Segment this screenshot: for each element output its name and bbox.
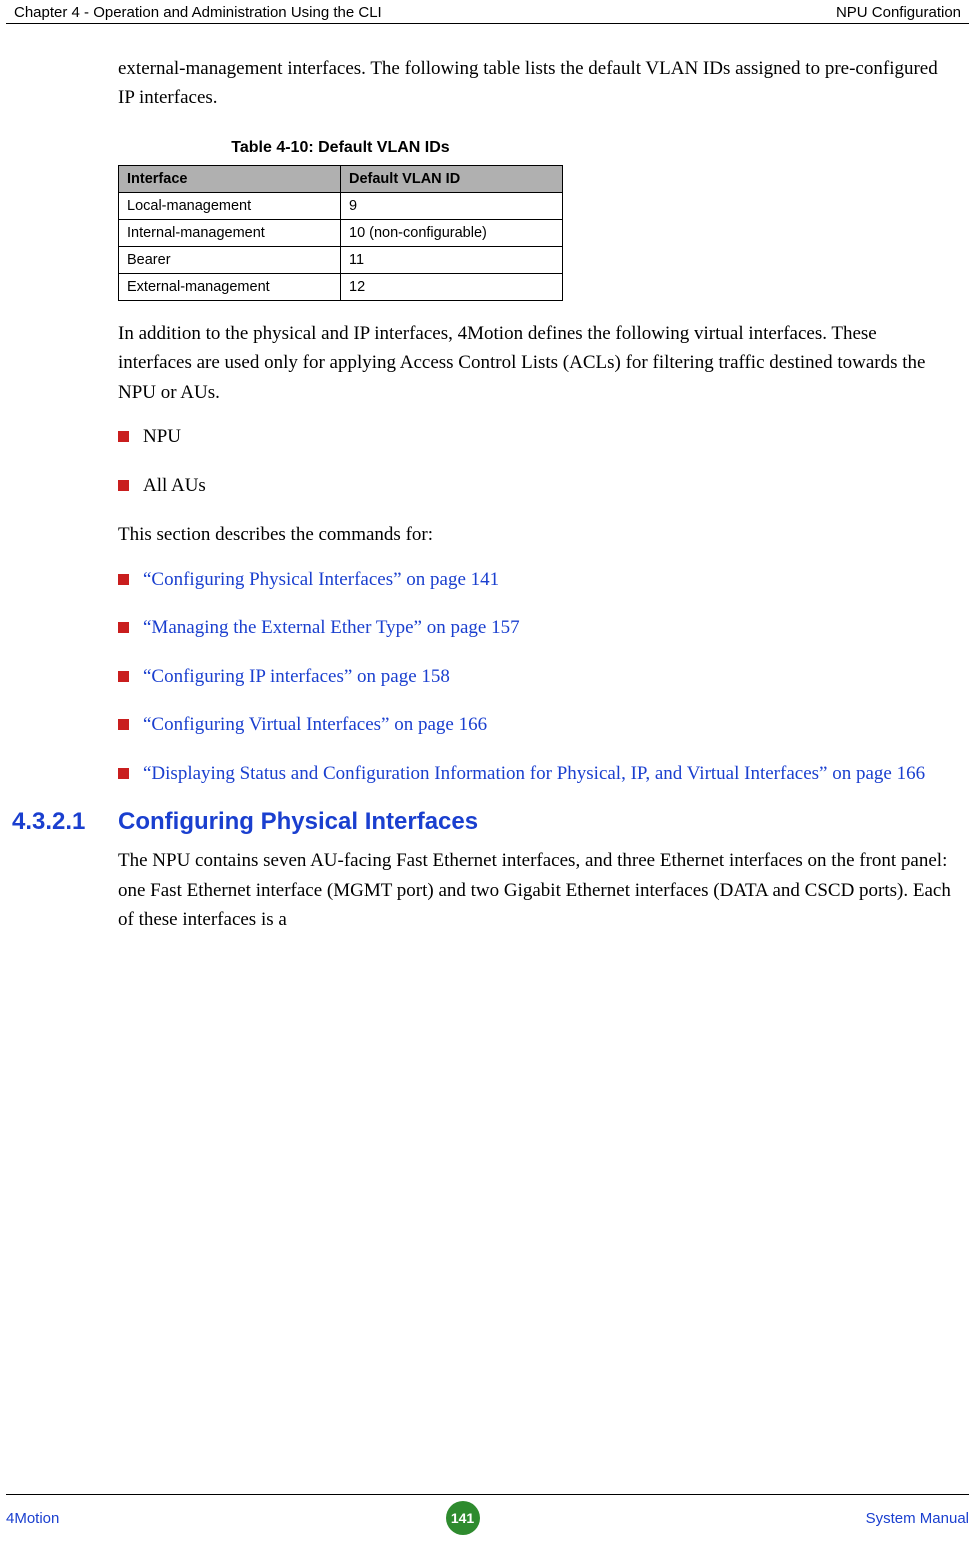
section-number: 4.3.2.1: [10, 808, 118, 836]
table-header-row: Interface Default VLAN ID: [119, 165, 563, 192]
intro-paragraph: external-management interfaces. The foll…: [118, 54, 955, 113]
square-bullet-icon: [118, 768, 129, 779]
page-footer: 4Motion 141 System Manual: [6, 1494, 969, 1535]
table-cell: Internal-management: [119, 219, 341, 246]
cross-reference-link[interactable]: “Configuring IP interfaces” on page 158: [143, 663, 955, 692]
page-number-badge: 141: [446, 1501, 480, 1535]
list-item: “Configuring IP interfaces” on page 158: [118, 663, 955, 692]
page-content: external-management interfaces. The foll…: [0, 24, 975, 934]
section-body-paragraph: The NPU contains seven AU-facing Fast Et…: [118, 846, 955, 934]
table-cell: Bearer: [119, 246, 341, 273]
cross-reference-link[interactable]: “Managing the External Ether Type” on pa…: [143, 614, 955, 643]
table-header-interface: Interface: [119, 165, 341, 192]
table-cell: External-management: [119, 273, 341, 300]
vlan-table: Interface Default VLAN ID Local-manageme…: [118, 165, 563, 301]
section-heading: 4.3.2.1 Configuring Physical Interfaces: [10, 808, 965, 836]
table-caption: Table 4-10: Default VLAN IDs: [118, 139, 563, 157]
list-item-label: NPU: [143, 423, 955, 452]
square-bullet-icon: [118, 574, 129, 585]
square-bullet-icon: [118, 622, 129, 633]
square-bullet-icon: [118, 671, 129, 682]
table-row: External-management 12: [119, 273, 563, 300]
list-item: NPU: [118, 423, 955, 452]
list-item: “Managing the External Ether Type” on pa…: [118, 614, 955, 643]
table-row: Bearer 11: [119, 246, 563, 273]
table-cell: 9: [341, 192, 563, 219]
cross-reference-link[interactable]: “Displaying Status and Configuration Inf…: [143, 760, 955, 789]
table-cell: 11: [341, 246, 563, 273]
table-header-vlan: Default VLAN ID: [341, 165, 563, 192]
cross-reference-link[interactable]: “Configuring Physical Interfaces” on pag…: [143, 566, 955, 595]
footer-right: System Manual: [866, 1510, 969, 1527]
header-left: Chapter 4 - Operation and Administration…: [14, 4, 382, 21]
header-right: NPU Configuration: [836, 4, 961, 21]
square-bullet-icon: [118, 480, 129, 491]
table-cell: 10 (non-configurable): [341, 219, 563, 246]
list-item-label: All AUs: [143, 472, 955, 501]
table-row: Internal-management 10 (non-configurable…: [119, 219, 563, 246]
commands-paragraph: This section describes the commands for:: [118, 520, 955, 549]
table-cell: Local-management: [119, 192, 341, 219]
table-container: Table 4-10: Default VLAN IDs Interface D…: [118, 139, 965, 301]
cross-reference-link[interactable]: “Configuring Virtual Interfaces” on page…: [143, 711, 955, 740]
list-item: “Configuring Virtual Interfaces” on page…: [118, 711, 955, 740]
page-header: Chapter 4 - Operation and Administration…: [6, 0, 969, 24]
table-cell: 12: [341, 273, 563, 300]
list-item: “Configuring Physical Interfaces” on pag…: [118, 566, 955, 595]
table-row: Local-management 9: [119, 192, 563, 219]
list-item: “Displaying Status and Configuration Inf…: [118, 760, 955, 789]
list-item: All AUs: [118, 472, 955, 501]
link-bullet-list: “Configuring Physical Interfaces” on pag…: [118, 566, 955, 789]
square-bullet-icon: [118, 719, 129, 730]
square-bullet-icon: [118, 431, 129, 442]
plain-bullet-list: NPU All AUs: [118, 423, 955, 500]
footer-left: 4Motion: [6, 1510, 59, 1527]
section-title: Configuring Physical Interfaces: [118, 808, 478, 836]
page: Chapter 4 - Operation and Administration…: [0, 0, 975, 1545]
after-table-paragraph: In addition to the physical and IP inter…: [118, 319, 955, 407]
